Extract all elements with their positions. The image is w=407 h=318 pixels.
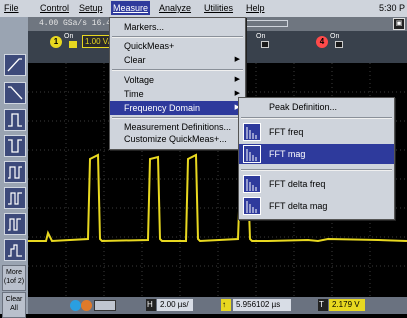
clock: 5:30 P: [378, 3, 405, 13]
timebase-field[interactable]: 2.00 µs/: [157, 299, 193, 311]
channel-3-checkbox[interactable]: [261, 41, 269, 48]
menu-item-fft-mag[interactable]: FFT mag: [239, 144, 394, 164]
menu-separator: [112, 117, 243, 119]
period-icon[interactable]: [4, 161, 26, 183]
trigger-label: T: [318, 299, 328, 311]
menu-item-frequency-domain[interactable]: Frequency Domain▶: [110, 101, 245, 115]
menu-measure[interactable]: Measure: [111, 1, 151, 15]
duty-cycle-icon[interactable]: [4, 213, 26, 235]
menu-item-time[interactable]: Time ▶: [110, 87, 245, 101]
fall-time-icon[interactable]: [4, 82, 26, 104]
menu-analyze[interactable]: Analyze: [159, 3, 191, 13]
menu-item-label: Markers...: [124, 22, 165, 32]
trigger-level-field[interactable]: 2.179 V: [329, 299, 365, 311]
channel-1-badge[interactable]: 1: [50, 36, 62, 48]
menubar: File Control Setup Measure Analyze Utili…: [0, 0, 407, 18]
left-toolbar: More (1of 2) Clear All: [0, 17, 28, 318]
menu-item-label: Voltage: [124, 75, 155, 85]
measure-menu: Markers... QuickMeas+ Clear ▶ Voltage ▶ Ti…: [109, 17, 246, 150]
channel-4-checkbox[interactable]: [335, 41, 343, 48]
channel-1-checkbox[interactable]: [69, 41, 77, 48]
menu-item-fft-freq[interactable]: FFT freq: [239, 122, 394, 142]
menu-separator: [112, 36, 243, 38]
menu-item-clear[interactable]: Clear ▶: [110, 53, 245, 67]
menu-item-markers[interactable]: Markers...: [110, 20, 245, 34]
menu-item-label: FFT mag: [269, 149, 306, 159]
bottom-bar: H 2.00 µs/ ↑ 5.956102 µs T 2.179 V: [28, 297, 407, 314]
menu-item-label: Frequency Domain: [124, 103, 201, 113]
fft-freq-icon: [243, 123, 261, 141]
menu-item-label: FFT freq: [269, 127, 304, 137]
menu-utilities[interactable]: Utilities: [204, 3, 233, 13]
pulse-width-neg-icon[interactable]: [4, 135, 26, 157]
stop-indicator-icon[interactable]: [81, 300, 92, 311]
menu-help[interactable]: Help: [246, 3, 265, 13]
menu-item-quickmeas[interactable]: QuickMeas+: [110, 39, 245, 53]
horizontal-label: H: [146, 299, 156, 311]
window-icon[interactable]: ▣: [393, 18, 405, 30]
channel-4-badge[interactable]: 4: [316, 36, 328, 48]
menu-item-label: Time: [124, 89, 144, 99]
menu-item-label: Peak Definition...: [269, 102, 338, 112]
menu-item-voltage[interactable]: Voltage ▶: [110, 73, 245, 87]
menu-separator: [241, 169, 392, 171]
submenu-arrow-icon: ▶: [234, 76, 240, 83]
burst-icon[interactable]: [4, 239, 26, 261]
menu-item-label: FFT delta mag: [269, 201, 328, 211]
menu-item-label: FFT delta freq: [269, 179, 326, 189]
channel-3-on-label: On: [256, 33, 266, 40]
rise-time-icon[interactable]: [4, 54, 26, 76]
run-indicator-icon[interactable]: [70, 300, 81, 311]
horizontal-position-field[interactable]: 5.956102 µs: [233, 299, 291, 311]
menu-item-fft-delta-mag[interactable]: FFT delta mag: [239, 196, 394, 216]
fft-delta-mag-icon: [243, 197, 261, 215]
menu-item-fft-delta-freq[interactable]: FFT delta freq: [239, 174, 394, 194]
frequency-icon[interactable]: [4, 187, 26, 209]
menu-item-peak-definition[interactable]: Peak Definition...: [239, 100, 394, 114]
submenu-arrow-icon: ▶: [234, 56, 240, 63]
more-button[interactable]: More (1of 2): [2, 265, 26, 291]
trigger-source-icon[interactable]: ↑: [221, 299, 231, 311]
menu-item-label: Measurement Definitions...: [124, 122, 232, 132]
fft-mag-icon: [243, 145, 261, 163]
fft-delta-freq-icon: [243, 175, 261, 193]
menu-item-label: Clear: [124, 55, 146, 65]
clear-all-button[interactable]: Clear All: [2, 292, 26, 318]
menu-item-label: Customize QuickMeas+...: [124, 134, 227, 144]
sample-rate: 4.00 GSa/s 16.4: [39, 19, 112, 28]
channel-1-on-label: On: [64, 33, 74, 40]
acquisition-mode-icon[interactable]: [94, 300, 116, 311]
frequency-domain-submenu: Peak Definition... FFT freq FFT mag FFT …: [238, 97, 395, 220]
pulse-width-pos-icon[interactable]: [4, 109, 26, 131]
menu-file[interactable]: File: [4, 3, 19, 13]
menu-separator: [241, 117, 392, 119]
channel-4-on-label: On: [330, 33, 340, 40]
menu-item-customize-quickmeas[interactable]: Customize QuickMeas+...: [110, 132, 245, 146]
menu-setup[interactable]: Setup: [79, 3, 103, 13]
menu-control[interactable]: Control: [40, 3, 69, 13]
menu-separator: [112, 69, 243, 71]
menu-item-label: QuickMeas+: [124, 41, 175, 51]
